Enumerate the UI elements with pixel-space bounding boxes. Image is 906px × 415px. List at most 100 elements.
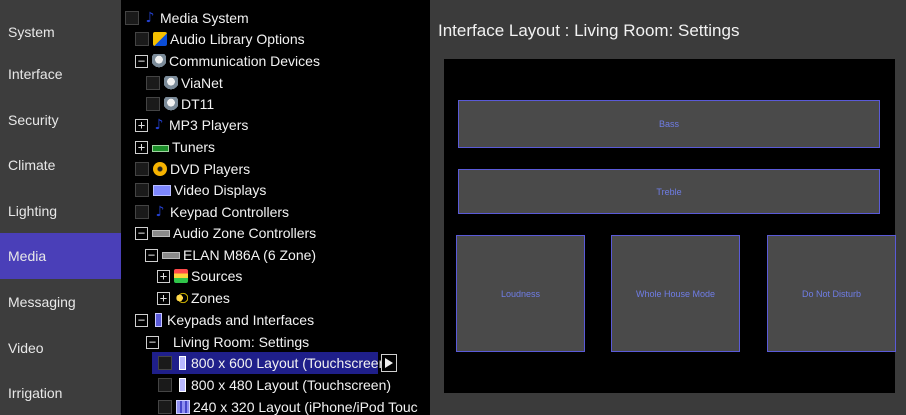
expand-toggle[interactable]: + [135, 140, 148, 154]
tree-item-label: DT11 [181, 96, 215, 112]
nav-item-lighting[interactable]: Lighting [0, 188, 121, 234]
nav-item-media[interactable]: Media [0, 233, 121, 279]
touchscreen-layout-icon [179, 356, 186, 370]
page-title: Interface Layout : Living Room: Settings [438, 21, 740, 40]
nav-item-label: Messaging [8, 294, 76, 310]
nav-item-interface[interactable]: Interface [0, 51, 121, 97]
nav-item-label: Irrigation [8, 385, 63, 401]
tree-item-elan-m86a[interactable]: − ELAN M86A (6 Zone) [145, 244, 316, 266]
collapse-toggle[interactable]: − [135, 313, 148, 327]
tree-item-label: Sources [191, 268, 243, 284]
tree-item-label: Keypad Controllers [170, 204, 290, 220]
nav-item-label: Climate [8, 157, 56, 173]
tree-checkbox[interactable] [125, 11, 139, 25]
tree-item-label: ViaNet [181, 75, 223, 91]
expand-toggle[interactable]: + [157, 269, 170, 283]
content-panel: Interface Layout : Living Room: Settings… [430, 0, 906, 415]
tree-item-zones[interactable]: + Zones [157, 287, 230, 309]
nav-item-video[interactable]: Video [0, 325, 121, 371]
tree-item-audio-library-options[interactable]: Audio Library Options [135, 28, 305, 50]
tree-item-label: Audio Zone Controllers [173, 225, 317, 241]
communication-device-icon [164, 97, 178, 111]
tree-checkbox[interactable] [135, 183, 149, 197]
layout-canvas[interactable]: Bass Treble Loudness Whole House Mode Do… [444, 59, 896, 393]
tree-item-label: ELAN M86A (6 Zone) [183, 247, 317, 263]
tree-item-communication-devices[interactable]: − Communication Devices [135, 50, 320, 72]
tree-item-vianet[interactable]: ViaNet [146, 72, 223, 94]
tree-item-keypad-controllers[interactable]: ♪ Keypad Controllers [135, 201, 289, 223]
tree-item-800x480-layout[interactable]: 800 x 480 Layout (Touchscreen) [158, 374, 391, 396]
expand-toggle[interactable]: + [135, 118, 148, 132]
tile-do-not-disturb[interactable]: Do Not Disturb [767, 235, 896, 352]
tree-checkbox[interactable] [135, 162, 149, 176]
tree-item-mp3-players[interactable]: + ♪ MP3 Players [135, 114, 248, 136]
communication-device-icon [152, 54, 166, 68]
communication-device-icon [164, 76, 178, 90]
collapse-toggle[interactable]: − [146, 335, 159, 349]
play-arrow-button[interactable] [381, 354, 397, 372]
tree-item-keypads-and-interfaces[interactable]: − Keypads and Interfaces [135, 309, 314, 331]
tree-item-label: Audio Library Options [170, 31, 305, 47]
tree-item-audio-zone-controllers[interactable]: − Audio Zone Controllers [135, 222, 316, 244]
nav-item-label: Media [8, 248, 47, 264]
nav-item-label: System [8, 24, 55, 40]
tree-item-label: 800 x 600 Layout (Touchscreen) [191, 355, 392, 371]
iphone-layout-icon [176, 400, 190, 414]
tree-checkbox[interactable] [146, 76, 160, 90]
keypad-icon [155, 313, 162, 327]
tree-checkbox[interactable] [158, 378, 172, 392]
nav-item-label: Video [8, 340, 44, 356]
play-arrow-icon [385, 358, 393, 368]
sources-icon [174, 269, 188, 283]
zones-icon [174, 291, 188, 305]
tree-item-dvd-players[interactable]: DVD Players [135, 158, 250, 180]
tree-item-240x320-layout[interactable]: 240 x 320 Layout (iPhone/iPod Touc [158, 396, 418, 415]
tree-item-tuners[interactable]: + Tuners [135, 136, 215, 158]
tree-item-dt11[interactable]: DT11 [146, 93, 214, 115]
tile-label: Whole House Mode [635, 288, 716, 299]
tree-item-label: 240 x 320 Layout (iPhone/iPod Touc [193, 399, 418, 415]
expand-toggle[interactable]: + [157, 291, 170, 305]
tile-label: Treble [656, 186, 682, 197]
tree-checkbox[interactable] [135, 32, 149, 46]
tree-item-sources[interactable]: + Sources [157, 265, 242, 287]
tree-checkbox[interactable] [146, 97, 160, 111]
nav-item-messaging[interactable]: Messaging [0, 279, 121, 325]
tile-whole-house-mode[interactable]: Whole House Mode [611, 235, 740, 352]
nav-item-security[interactable]: Security [0, 97, 121, 143]
tree-item-living-room-settings[interactable]: − Living Room: Settings [146, 331, 309, 353]
tile-loudness[interactable]: Loudness [456, 235, 585, 352]
nav-item-label: Interface [8, 66, 63, 82]
audio-zone-controller-icon [162, 251, 180, 259]
tree-checkbox[interactable] [135, 205, 149, 219]
collapse-toggle[interactable]: − [135, 54, 148, 68]
tree-item-label: 800 x 480 Layout (Touchscreen) [191, 377, 392, 393]
collapse-toggle[interactable]: − [135, 226, 148, 240]
audio-zone-controller-icon [152, 229, 170, 237]
nav-item-system[interactable]: System [0, 9, 121, 55]
tree-item-media-system[interactable]: ♪ Media System [125, 7, 249, 29]
tree-item-video-displays[interactable]: Video Displays [135, 179, 266, 201]
music-note-icon: ♪ [145, 10, 155, 26]
nav-item-label: Lighting [8, 203, 58, 219]
dvd-icon [153, 162, 167, 176]
tree-item-label: Living Room: Settings [173, 334, 310, 350]
tree-checkbox[interactable] [158, 356, 172, 370]
tree-checkbox[interactable] [158, 400, 172, 414]
tree-item-label: Keypads and Interfaces [167, 312, 315, 328]
nav-item-climate[interactable]: Climate [0, 142, 121, 188]
tile-label: Loudness [500, 288, 541, 299]
audio-library-icon [153, 32, 167, 46]
nav-item-irrigation[interactable]: Irrigation [0, 370, 121, 415]
tile-bass[interactable]: Bass [458, 100, 880, 148]
tree-item-label: Communication Devices [169, 53, 320, 69]
touchscreen-layout-icon [179, 378, 186, 392]
tile-label: Bass [658, 119, 679, 129]
device-tree: ♪ Media System Audio Library Options − C… [121, 0, 430, 415]
music-note-icon: ♪ [155, 204, 165, 220]
tree-item-800x600-layout[interactable]: 800 x 600 Layout (Touchscreen) [152, 352, 391, 374]
tile-treble[interactable]: Treble [458, 169, 880, 214]
tree-item-label: DVD Players [170, 161, 251, 177]
tree-item-label: Video Displays [174, 182, 267, 198]
collapse-toggle[interactable]: − [145, 248, 158, 262]
